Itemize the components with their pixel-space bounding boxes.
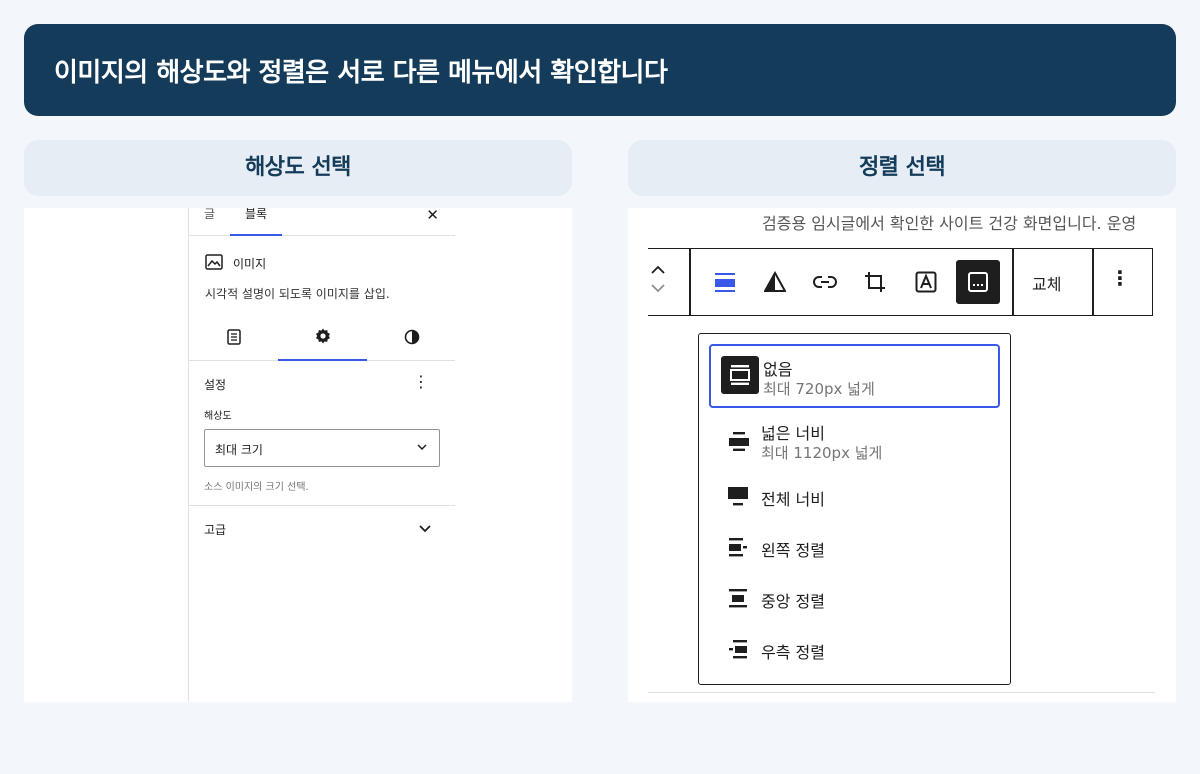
settings-section: 설정 ⋮ 해상도 최대 크기 소스 이미지의 크기 선택. [189, 361, 455, 506]
list-view-icon [226, 328, 242, 349]
alignment-screenshot-panel: 검증용 임시글에서 확인한 사이트 건강 화면입니다. 운영 교체 ⋮ 없음 최… [628, 208, 1176, 702]
tab-post[interactable]: 글 [204, 208, 215, 236]
toolbar-separator [1092, 249, 1094, 315]
align-option-label: 없음 [763, 360, 793, 379]
image-icon [205, 254, 223, 273]
align-option-full[interactable]: 전체 너비 [709, 470, 1000, 521]
link-icon[interactable] [805, 262, 845, 302]
advanced-toggle[interactable]: 고급 [204, 521, 226, 538]
tab-block[interactable]: 블록 [230, 208, 282, 236]
align-icon[interactable] [705, 262, 745, 302]
caption-icon[interactable] [956, 260, 1000, 304]
chevron-down-icon[interactable] [419, 518, 431, 537]
align-wide-icon [719, 422, 757, 460]
contrast-icon [404, 329, 420, 349]
block-toolbar: 교체 ⋮ [648, 248, 1153, 316]
close-icon[interactable]: ✕ [426, 208, 439, 224]
tab-settings[interactable] [278, 316, 367, 361]
inspector-subtabs [189, 316, 455, 361]
align-option-sub: 최대 1120px 넓게 [761, 444, 883, 462]
duotone-icon[interactable] [755, 262, 795, 302]
resolution-heading: 해상도 선택 [24, 140, 572, 196]
align-option-wide[interactable]: 넓은 너비 최대 1120px 넓게 [709, 410, 1000, 466]
align-option-center[interactable]: 중앙 정렬 [709, 572, 1000, 623]
align-left-icon [719, 528, 757, 566]
alignment-heading: 정렬 선택 [628, 140, 1176, 196]
banner-title: 이미지의 해상도와 정렬은 서로 다른 메뉴에서 확인합니다 [24, 24, 1176, 116]
align-option-label: 우측 정렬 [761, 643, 825, 662]
align-option-left[interactable]: 왼쪽 정렬 [709, 521, 1000, 572]
resolution-screenshot-panel: 글 블록 ✕ 이미지 시각적 설명이 되도록 이미지를 삽입. 설정 ⋮ 해상도… [24, 208, 572, 702]
align-option-label: 왼쪽 정렬 [761, 541, 825, 560]
align-none-icon [721, 356, 759, 394]
align-right-icon [719, 630, 757, 668]
preview-text: 검증용 임시글에서 확인한 사이트 건강 화면입니다. 운영 [762, 214, 1137, 233]
toolbar-separator [1012, 249, 1014, 315]
align-center-icon [719, 579, 757, 617]
align-option-label: 중앙 정렬 [761, 592, 825, 611]
sidebar-tabs: 글 블록 ✕ [189, 208, 455, 236]
more-options-icon[interactable]: ⋮ [1110, 266, 1130, 290]
divider [648, 692, 1155, 693]
align-full-icon [719, 477, 757, 515]
block-name: 이미지 [233, 257, 267, 271]
gear-icon [315, 328, 331, 348]
align-option-sub: 최대 720px 넓게 [763, 380, 875, 398]
align-option-none[interactable]: 없음 최대 720px 넓게 [709, 344, 1000, 408]
tab-list-view[interactable] [189, 316, 278, 361]
align-option-label: 전체 너비 [761, 490, 825, 509]
alignment-dropdown: 없음 최대 720px 넓게 넓은 너비 최대 1120px 넓게 전체 너비 … [698, 333, 1011, 685]
replace-button[interactable]: 교체 [1032, 271, 1061, 295]
chevron-down-icon [417, 440, 427, 454]
block-description: 시각적 설명이 되도록 이미지를 삽입. [205, 287, 390, 301]
block-inspector-sidebar: 글 블록 ✕ 이미지 시각적 설명이 되도록 이미지를 삽입. 설정 ⋮ 해상도… [188, 208, 455, 702]
resolution-select-value: 최대 크기 [215, 443, 263, 457]
align-option-label: 넓은 너비 [761, 424, 825, 443]
align-option-right[interactable]: 우측 정렬 [709, 623, 1000, 674]
text-overlay-icon[interactable] [906, 262, 946, 302]
settings-title: 설정 [204, 378, 227, 392]
resolution-help: 소스 이미지의 크기 선택. [204, 482, 309, 493]
resolution-label: 해상도 [204, 411, 232, 422]
more-options-icon[interactable]: ⋮ [413, 372, 429, 391]
resolution-select[interactable]: 최대 크기 [204, 429, 440, 467]
toolbar-separator [689, 249, 691, 315]
move-up-down-icon[interactable] [646, 259, 670, 299]
block-card: 이미지 시각적 설명이 되도록 이미지를 삽입. [205, 254, 445, 302]
tab-styles[interactable] [367, 316, 456, 361]
crop-icon[interactable] [855, 262, 895, 302]
